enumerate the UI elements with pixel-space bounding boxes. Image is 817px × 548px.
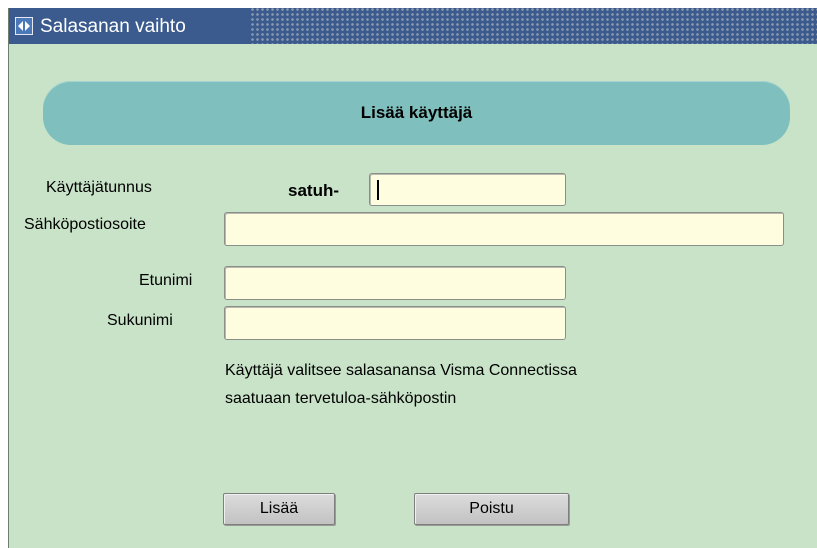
title-bar[interactable]: Salasanan vaihto [9, 8, 817, 44]
dialog-body: Lisää käyttäjä Käyttäjätunnus satuh- Säh… [9, 44, 817, 548]
email-input[interactable] [224, 212, 784, 246]
app-window-icon [15, 17, 33, 35]
section-title: Lisää käyttäjä [360, 103, 473, 122]
text-cursor [377, 180, 379, 200]
dialog-window: Salasanan vaihto Lisää käyttäjä Käyttäjä… [8, 8, 817, 548]
info-line-2: saatuaan tervetuloa-sähköpostin [225, 390, 457, 407]
title-bar-pattern [251, 8, 817, 44]
section-header: Lisää käyttäjä [43, 81, 790, 145]
username-input[interactable] [370, 174, 567, 207]
email-label: Sähköpostiosoite [24, 216, 146, 233]
info-text: Käyttäjä valitsee salasanansa Visma Conn… [225, 357, 577, 413]
add-button[interactable]: Lisää [223, 493, 335, 525]
lastname-input[interactable] [224, 306, 566, 340]
username-label: Käyttäjätunnus [46, 179, 152, 196]
username-prefix: satuh- [288, 181, 339, 200]
firstname-label: Etunimi [139, 272, 193, 289]
firstname-input[interactable] [224, 266, 566, 300]
username-field-wrapper [369, 173, 567, 207]
lastname-label: Sukunimi [107, 312, 173, 329]
info-line-1: Käyttäjä valitsee salasanansa Visma Conn… [225, 362, 577, 379]
exit-button[interactable]: Poistu [414, 493, 569, 525]
window-title: Salasanan vaihto [40, 16, 192, 38]
